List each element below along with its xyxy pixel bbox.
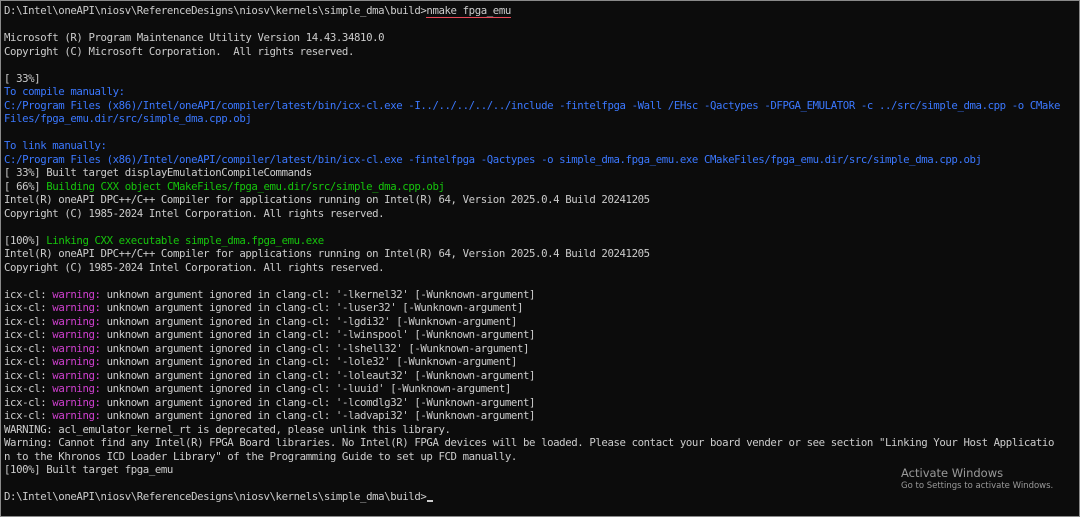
console-window[interactable]: D:\Intel\oneAPI\niosv\ReferenceDesigns\n… (0, 0, 1080, 517)
compile-manual-command: C:/Program Files (x86)/Intel/oneAPI/comp… (4, 98, 1061, 112)
warning-line: icx-cl: warning: unknown argument ignore… (4, 396, 1079, 410)
warning-keyword: warning: (52, 328, 101, 341)
watermark-title: Activate Windows (901, 466, 1004, 480)
building-line: [ 66%] Building CXX object CMakeFiles/fp… (4, 180, 1079, 194)
progress-prefix: [100%] (4, 233, 47, 247)
warning-message: unknown argument ignored in clang-cl: '-… (100, 355, 518, 368)
acl-warning-line: WARNING: acl_emulator_kernel_rt is depre… (4, 422, 451, 436)
warning-source: icx-cl: (4, 382, 53, 395)
warning-line: icx-cl: warning: unknown argument ignore… (4, 342, 1079, 356)
intel-banner-line: Intel(R) oneAPI DPC++/C++ Compiler for a… (4, 247, 650, 260)
warning-source: icx-cl: (4, 287, 53, 301)
fpga-warning-line-wrap: n to the Khronos ICD Loader Library" of … (4, 449, 517, 463)
linking-text: Linking CXX executable simple_dma.fpga_e… (46, 233, 324, 247)
warning-source: icx-cl: (4, 301, 53, 314)
progress-prefix: [ 66%] (4, 179, 47, 193)
warning-keyword: warning: (52, 314, 101, 328)
prompt-path: D:\Intel\oneAPI\niosv\ReferenceDesigns\n… (4, 490, 427, 503)
typed-command: nmake fpga_emu (426, 4, 511, 18)
linking-line: [100%] Linking CXX executable simple_dma… (4, 234, 1079, 248)
intel-banner-line: Intel(R) oneAPI DPC++/C++ Compiler for a… (4, 193, 650, 206)
warning-message: unknown argument ignored in clang-cl: '-… (100, 287, 536, 301)
warning-keyword: warning: (52, 395, 101, 409)
warning-keyword: warning: (52, 382, 101, 395)
warning-source: icx-cl: (4, 395, 53, 409)
warning-message: unknown argument ignored in clang-cl: '-… (100, 409, 536, 422)
link-manual-label: To link manually: (4, 139, 107, 152)
warning-message: unknown argument ignored in clang-cl: '-… (100, 301, 524, 314)
warning-keyword: warning: (52, 287, 101, 301)
warning-source: icx-cl: (4, 328, 53, 341)
warning-keyword: warning: (52, 355, 101, 368)
warning-keyword: warning: (52, 409, 101, 422)
watermark-subtitle: Go to Settings to activate Windows. (901, 481, 1054, 491)
progress-line: [ 33%] (4, 71, 41, 85)
nmake-copyright-line: Copyright (C) Microsoft Corporation. All… (4, 44, 354, 58)
warning-message: unknown argument ignored in clang-cl: '-… (100, 368, 536, 382)
warning-line: icx-cl: warning: unknown argument ignore… (4, 315, 1079, 329)
warning-keyword: warning: (52, 341, 101, 355)
warning-message: unknown argument ignored in clang-cl: '-… (100, 395, 536, 409)
built-target-line: [ 33%] Built target displayEmulationComp… (4, 166, 312, 179)
console-output: D:\Intel\oneAPI\niosv\ReferenceDesigns\n… (4, 4, 1079, 504)
text-cursor (427, 500, 434, 502)
warning-source: icx-cl: (4, 314, 53, 328)
warning-source: icx-cl: (4, 409, 53, 422)
prompt-line: D:\Intel\oneAPI\niosv\ReferenceDesigns\n… (4, 4, 1079, 18)
fpga-warning-line: Warning: Cannot find any Intel(R) FPGA B… (4, 436, 1054, 449)
intel-copyright-line: Copyright (C) 1985-2024 Intel Corporatio… (4, 206, 385, 220)
final-prompt-line: D:\Intel\oneAPI\niosv\ReferenceDesigns\n… (4, 490, 1079, 504)
intel-copyright-line: Copyright (C) 1985-2024 Intel Corporatio… (4, 260, 385, 274)
warning-line: icx-cl: warning: unknown argument ignore… (4, 382, 1079, 396)
warning-message: unknown argument ignored in clang-cl: '-… (100, 341, 530, 355)
warning-message: unknown argument ignored in clang-cl: '-… (100, 314, 518, 328)
nmake-banner-line: Microsoft (R) Program Maintenance Utilit… (4, 31, 385, 44)
warning-line: icx-cl: warning: unknown argument ignore… (4, 355, 1079, 369)
compile-manual-label: To compile manually: (4, 85, 125, 98)
warning-keyword: warning: (52, 301, 101, 314)
activate-windows-watermark: Activate Windows Go to Settings to activ… (901, 466, 1053, 492)
warning-line: icx-cl: warning: unknown argument ignore… (4, 369, 1079, 383)
warning-keyword: warning: (52, 368, 101, 382)
link-manual-command: C:/Program Files (x86)/Intel/oneAPI/comp… (4, 152, 982, 166)
warning-line: icx-cl: warning: unknown argument ignore… (4, 409, 1079, 423)
warning-message: unknown argument ignored in clang-cl: '-… (100, 328, 536, 341)
prompt-path: D:\Intel\oneAPI\niosv\ReferenceDesigns\n… (4, 4, 427, 17)
building-text: Building CXX object CMakeFiles/fpga_emu.… (46, 179, 445, 193)
warning-message: unknown argument ignored in clang-cl: '-… (100, 382, 512, 395)
compile-manual-command-wrap: Files/fpga_emu.dir/src/simple_dma.cpp.ob… (4, 112, 252, 125)
warning-source: icx-cl: (4, 368, 53, 382)
warning-source: icx-cl: (4, 341, 53, 355)
warning-line: icx-cl: warning: unknown argument ignore… (4, 328, 1079, 342)
warning-line: icx-cl: warning: unknown argument ignore… (4, 301, 1079, 315)
warning-source: icx-cl: (4, 355, 53, 368)
warning-line: icx-cl: warning: unknown argument ignore… (4, 288, 1079, 302)
